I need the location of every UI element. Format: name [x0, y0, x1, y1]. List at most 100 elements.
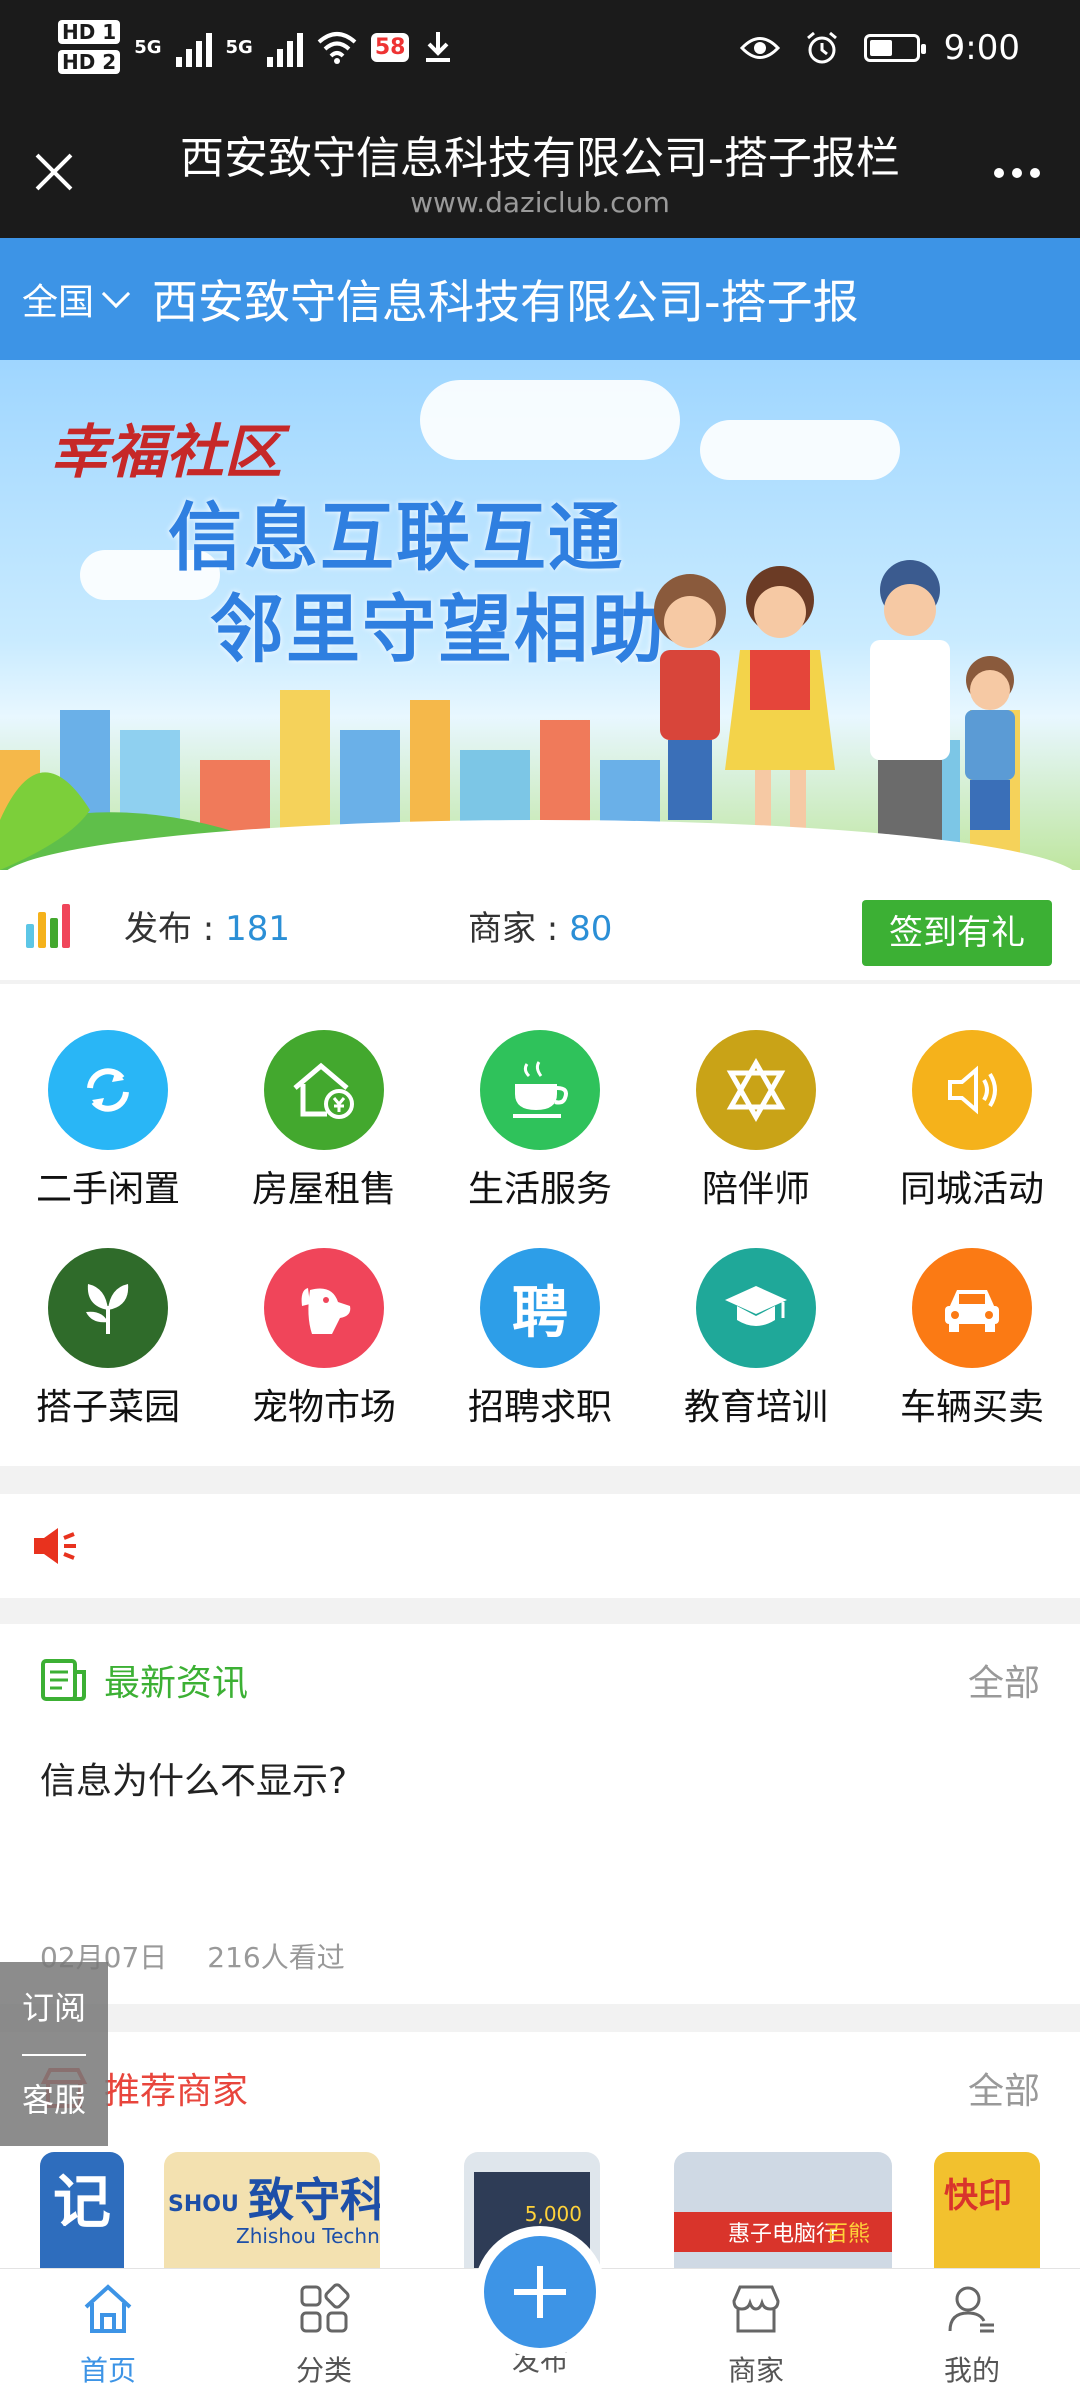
graduation-cap-icon: [696, 1248, 816, 1368]
home-icon: [84, 2284, 132, 2333]
merchant-card[interactable]: 快印: [934, 2152, 1040, 2272]
merchant-count: 商家 : 80: [467, 908, 613, 949]
nav-home[interactable]: 首页: [0, 2269, 216, 2388]
recommend-all-link[interactable]: 全部: [968, 2062, 1040, 2114]
browser-url: www.daziclub.com: [410, 186, 670, 219]
status-bar: HD 1 HD 2 5G 5G 58 9:00: [0, 0, 1080, 108]
site-title: 西安致守信息科技有限公司-搭子报: [152, 275, 859, 329]
browser-title: 西安致守信息科技有限公司-搭子报栏: [180, 133, 900, 184]
coffee-icon: [480, 1030, 600, 1150]
house-icon: [264, 1030, 384, 1150]
category-housing[interactable]: 房屋租售: [216, 1030, 432, 1212]
hero-banner[interactable]: 幸福社区 信息互联互通 邻里守望相助: [0, 360, 1080, 870]
nav-category[interactable]: 分类: [216, 2269, 432, 2388]
network-type-2: 5G: [225, 36, 253, 58]
hire-icon: 聘: [480, 1248, 600, 1368]
clock: 9:00: [943, 28, 1020, 68]
customer-service-button[interactable]: 客服: [0, 2054, 108, 2146]
merchant-card-text: 快印: [944, 2176, 1012, 2216]
megaphone-icon: [34, 1528, 76, 1564]
category-label: 生活服务: [467, 1169, 612, 1210]
store-icon: [732, 2285, 780, 2333]
cloud-decoration: [420, 380, 680, 460]
news-section: 最新资讯 全部 信息为什么不显示? 02月07日 216人看过: [0, 1624, 1080, 2004]
recommend-title: 推荐商家: [104, 2071, 249, 2112]
signal-icon: [175, 27, 212, 67]
merchant-card[interactable]: 惠子电脑行 百熊: [674, 2152, 892, 2272]
speaker-icon: [912, 1030, 1032, 1150]
wifi-icon: [317, 32, 357, 64]
family-illustration: [654, 560, 1015, 840]
stats-bar: 发布 : 181 商家 : 80 签到有礼: [0, 870, 1080, 980]
knot-icon: [696, 1030, 816, 1150]
checkin-button[interactable]: 签到有礼: [862, 900, 1052, 966]
category-garden[interactable]: 搭子菜园: [0, 1248, 216, 1430]
hd-indicators: HD 1 HD 2: [58, 20, 121, 74]
publish-label: 发布: [124, 908, 192, 949]
car-icon: [912, 1248, 1032, 1368]
bar-chart-icon: [26, 902, 76, 948]
category-grid: 二手闲置 房屋租售 生活服务 陪伴师 同城活动 搭子菜园 宠物市场 聘 招聘求职…: [0, 984, 1080, 1466]
region-selector[interactable]: 全国: [22, 273, 131, 325]
nav-merchant[interactable]: 商家: [648, 2269, 864, 2388]
subscribe-button[interactable]: 订阅: [0, 1962, 108, 2054]
chevron-down-icon: [101, 279, 131, 309]
category-jobs[interactable]: 聘 招聘求职: [432, 1248, 648, 1430]
region-label: 全国: [22, 282, 95, 323]
dog-icon: [264, 1248, 384, 1368]
publish-count: 发布 : 181: [124, 908, 290, 949]
status-left: HD 1 HD 2 5G 5G 58: [58, 20, 453, 74]
vegetable-icon: [48, 1248, 168, 1368]
user-icon: [948, 2286, 994, 2333]
alarm-icon: [806, 31, 837, 64]
category-label: 陪伴师: [701, 1169, 810, 1210]
eye-icon: [739, 37, 780, 59]
category-label: 教育培训: [683, 1387, 828, 1428]
publish-value: 181: [225, 908, 290, 949]
banner-slogan-2: 邻里守望相助: [210, 587, 666, 673]
site-header: 全国 西安致守信息科技有限公司-搭子报: [0, 238, 1080, 360]
category-second-hand[interactable]: 二手闲置: [0, 1030, 216, 1212]
nav-mine-label: 我的: [943, 2354, 1000, 2387]
notice-bar[interactable]: [0, 1494, 1080, 1598]
news-title: 最新资讯: [104, 1663, 249, 1704]
category-label: 招聘求职: [467, 1387, 612, 1428]
news-all-link[interactable]: 全部: [968, 1654, 1040, 1706]
category-label: 车辆买卖: [899, 1387, 1044, 1428]
category-label: 二手闲置: [35, 1169, 180, 1210]
category-label: 搭子菜园: [35, 1387, 180, 1428]
app-58-icon: 58: [370, 32, 410, 62]
category-education[interactable]: 教育培训: [648, 1248, 864, 1430]
news-item-title[interactable]: 信息为什么不显示?: [40, 1752, 347, 1804]
cloud-decoration: [700, 420, 900, 480]
banner-brand: 幸福社区: [50, 418, 283, 486]
nav-home-label: 首页: [79, 2354, 136, 2387]
hd1-badge: HD 1: [58, 20, 121, 44]
browser-header: 西安致守信息科技有限公司-搭子报栏 www.daziclub.com: [0, 108, 1080, 238]
merchant-card-brand: SHOU: [168, 2192, 239, 2217]
category-label: 房屋租售: [251, 1169, 396, 1210]
merchant-card-subtext: Zhishou Techno: [236, 2224, 380, 2248]
merchant-card-text: 记账: [52, 2168, 111, 2272]
category-companion[interactable]: 陪伴师: [648, 1030, 864, 1212]
status-right: 9:00: [739, 28, 1020, 68]
category-local-events[interactable]: 同城活动: [864, 1030, 1080, 1212]
news-header: 最新资讯: [40, 1654, 248, 1706]
more-options-icon[interactable]: [994, 168, 1040, 178]
plus-icon: [484, 2236, 596, 2348]
merchant-card[interactable]: SHOU 致守科 Zhishou Techno: [164, 2152, 380, 2272]
battery-icon: [863, 34, 926, 62]
category-pets[interactable]: 宠物市场: [216, 1248, 432, 1430]
publish-button[interactable]: [474, 2226, 606, 2358]
merchant-value: 80: [569, 908, 613, 949]
hd2-badge: HD 2: [58, 50, 121, 74]
nav-mine[interactable]: 我的: [864, 2269, 1080, 2388]
category-vehicles[interactable]: 车辆买卖: [864, 1248, 1080, 1430]
category-life-service[interactable]: 生活服务: [432, 1030, 648, 1212]
news-item-views: 216人看过: [207, 1941, 345, 1974]
download-icon: [426, 32, 451, 62]
nav-category-label: 分类: [295, 2354, 352, 2387]
merchant-card[interactable]: 记账: [40, 2152, 124, 2272]
network-type-1: 5G: [134, 36, 162, 58]
category-label: 宠物市场: [251, 1387, 396, 1428]
